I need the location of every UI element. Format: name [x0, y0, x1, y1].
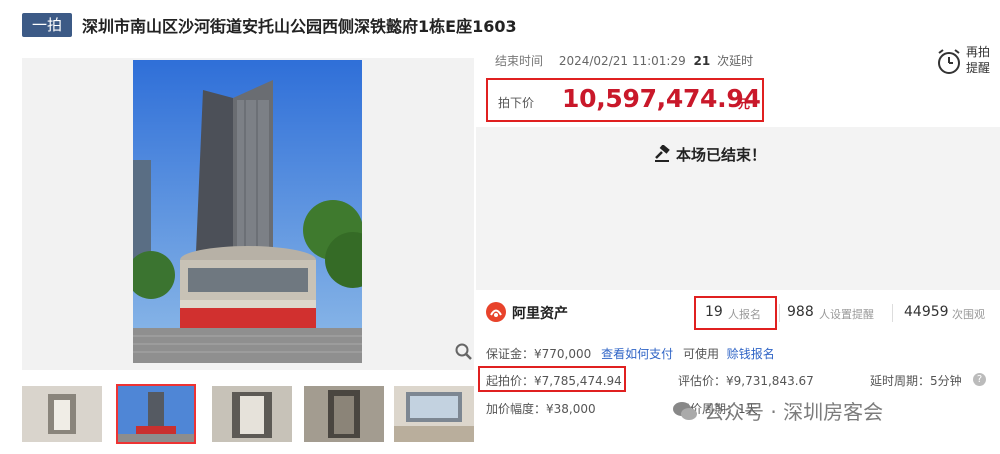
watch-label: 次围观 — [952, 308, 985, 321]
page-title: 深圳市南山区沙河街道安托山公园西侧深铁懿府1栋E座1603 — [82, 17, 517, 36]
bid-increment: 加价幅度：¥38,000 — [486, 402, 596, 416]
registered-label: 人报名 — [728, 308, 761, 321]
end-time-row: 结束时间 2024/02/21 11:01:29 21 次延时 — [495, 52, 753, 69]
title-row: 一拍 深圳市南山区沙河街道安托山公园西侧深铁懿府1栋E座1603 — [22, 12, 517, 38]
deposit-row: 保证金：¥770,000 查看如何支付 可使用 赊钱报名 — [486, 345, 775, 362]
divider — [892, 304, 893, 322]
building-photo — [133, 60, 362, 363]
end-time-value: 2024/02/21 11:01:29 — [558, 54, 686, 68]
reauction-remind-button[interactable]: 再拍提醒 — [936, 44, 996, 78]
wechat-icon — [673, 402, 697, 420]
watch-count: 44959 — [904, 304, 949, 320]
watermark-text: 公众号 · 深圳房客会 — [704, 400, 884, 424]
main-image-viewer[interactable] — [22, 58, 474, 370]
start-price: 起拍价：¥7,785,474.94 — [486, 374, 622, 388]
divider — [779, 304, 780, 322]
delay-count: 21 — [693, 54, 711, 68]
registered-count: 19 — [705, 304, 723, 320]
alarm-clock-icon — [938, 49, 960, 74]
stats-row: 阿里资产 19 人报名 988 人设置提醒 44959 次围观 — [476, 294, 1000, 332]
final-price-label: 拍下价 — [498, 96, 535, 110]
can-use-text: 可使用 — [682, 347, 719, 361]
help-icon[interactable]: ? — [973, 373, 986, 386]
reminder-count: 988 — [787, 304, 814, 320]
thumbnail-strip — [22, 384, 474, 446]
thumbnail-3[interactable] — [212, 386, 292, 442]
reminder-label: 人设置提醒 — [819, 308, 874, 321]
delay-unit: 次延时 — [717, 54, 754, 68]
how-to-pay-link[interactable]: 查看如何支付 — [601, 347, 673, 361]
delay-period: 延时周期：5分钟 — [870, 374, 962, 388]
ali-assets-logo-icon — [486, 302, 506, 322]
final-price-value: 10,597,474.94 — [562, 84, 761, 113]
auction-ended-text: 本场已结束！ — [676, 146, 767, 164]
zoom-icon[interactable] — [454, 342, 474, 362]
credit-register-link[interactable]: 赊钱报名 — [727, 347, 775, 361]
thumbnail-1[interactable] — [22, 386, 102, 442]
auction-round-badge: 一拍 — [22, 13, 73, 37]
final-price-unit: 元 — [738, 97, 751, 111]
remind-label: 再拍提醒 — [966, 45, 991, 75]
deposit-text: 保证金：¥770,000 — [486, 347, 592, 361]
thumbnail-2[interactable] — [116, 384, 196, 444]
end-time-label: 结束时间 — [495, 54, 544, 68]
thumbnail-5[interactable] — [394, 386, 474, 442]
platform-name: 阿里资产 — [512, 306, 568, 322]
thumbnail-4[interactable] — [304, 386, 384, 442]
final-price-box: 拍下价 10,597,474.94 元 — [486, 78, 764, 122]
gavel-icon — [655, 145, 670, 162]
auction-status-panel: 本场已结束！ — [476, 127, 1000, 290]
valuation-price: 评估价：¥9,731,843.67 — [678, 374, 814, 388]
